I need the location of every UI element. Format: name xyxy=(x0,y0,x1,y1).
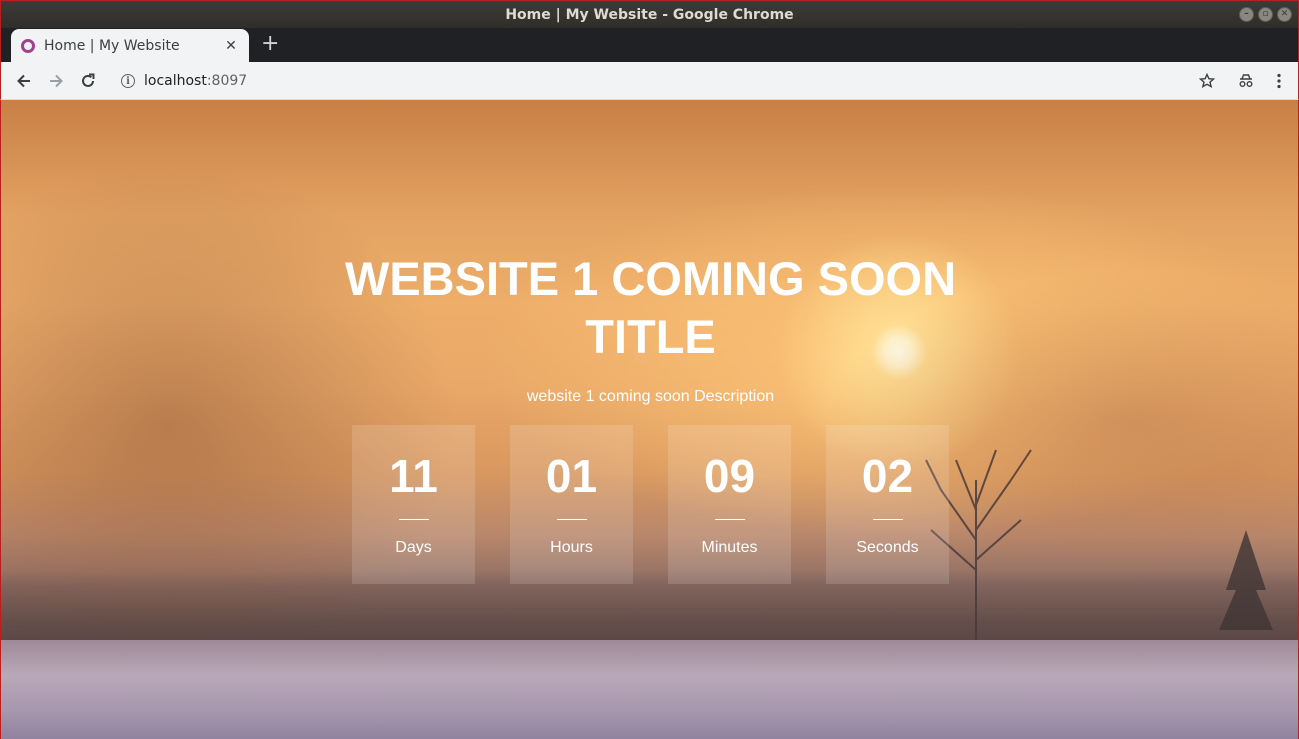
maximize-button[interactable]: ▫ xyxy=(1258,7,1273,22)
new-tab-button[interactable]: + xyxy=(261,33,279,55)
countdown-seconds: 02 Seconds xyxy=(826,425,949,584)
close-icon[interactable]: ✕ xyxy=(223,38,239,54)
window-titlebar: Home | My Website - Google Chrome – ▫ ✕ xyxy=(0,0,1299,28)
countdown-label: Hours xyxy=(550,539,593,556)
tab-title: Home | My Website xyxy=(44,37,180,54)
kebab-menu-icon xyxy=(1277,73,1281,89)
star-icon xyxy=(1199,73,1215,88)
page-title: WEBSITE 1 COMING SOON TITLE xyxy=(344,252,957,363)
countdown-value: 09 xyxy=(703,450,756,502)
countdown-label: Days xyxy=(395,539,432,556)
bookmark-button[interactable] xyxy=(1196,70,1218,92)
window-title: Home | My Website - Google Chrome xyxy=(505,6,794,23)
background-snowfield xyxy=(1,640,1298,739)
info-icon[interactable]: i xyxy=(121,74,135,88)
reload-icon xyxy=(82,73,95,87)
incognito-button[interactable] xyxy=(1235,70,1257,92)
menu-button[interactable] xyxy=(1268,70,1290,92)
arrow-right-icon xyxy=(50,74,63,88)
back-button[interactable] xyxy=(13,70,35,92)
minimize-button[interactable]: – xyxy=(1239,7,1254,22)
countdown-days: 11 Days xyxy=(352,425,475,584)
url-port: :8097 xyxy=(206,73,248,89)
countdown-hours: 01 Hours xyxy=(510,425,633,584)
countdown-minutes: 09 Minutes xyxy=(668,425,791,584)
window-controls: – ▫ ✕ xyxy=(1239,7,1292,22)
ring-icon xyxy=(21,38,35,53)
countdown-value: 01 xyxy=(545,450,598,502)
tab-strip: Home | My Website ✕ + xyxy=(0,28,1299,62)
incognito-icon xyxy=(1239,74,1253,87)
countdown: 11 Days 01 Hours 09 Minutes 02 Seconds xyxy=(352,425,949,584)
countdown-value: 02 xyxy=(861,450,914,502)
page-viewport: WEBSITE 1 COMING SOON TITLE website 1 co… xyxy=(0,100,1299,739)
countdown-label: Minutes xyxy=(701,539,758,556)
page-description: website 1 coming soon Description xyxy=(526,388,775,405)
reload-button[interactable] xyxy=(77,70,99,92)
hero-section: WEBSITE 1 COMING SOON TITLE website 1 co… xyxy=(1,250,1298,584)
countdown-divider xyxy=(556,519,587,520)
countdown-value: 11 xyxy=(389,450,438,502)
countdown-divider xyxy=(398,519,429,520)
close-window-button[interactable]: ✕ xyxy=(1277,7,1292,22)
arrow-left-icon xyxy=(17,74,30,88)
browser-toolbar: i localhost:8097 xyxy=(0,62,1299,100)
address-bar[interactable]: i localhost:8097 xyxy=(111,66,1231,96)
forward-button[interactable] xyxy=(45,70,67,92)
countdown-divider xyxy=(872,519,903,520)
tab-home[interactable]: Home | My Website ✕ xyxy=(11,29,249,62)
url-host: localhost xyxy=(144,73,207,89)
countdown-label: Seconds xyxy=(856,539,919,556)
countdown-divider xyxy=(714,519,745,520)
